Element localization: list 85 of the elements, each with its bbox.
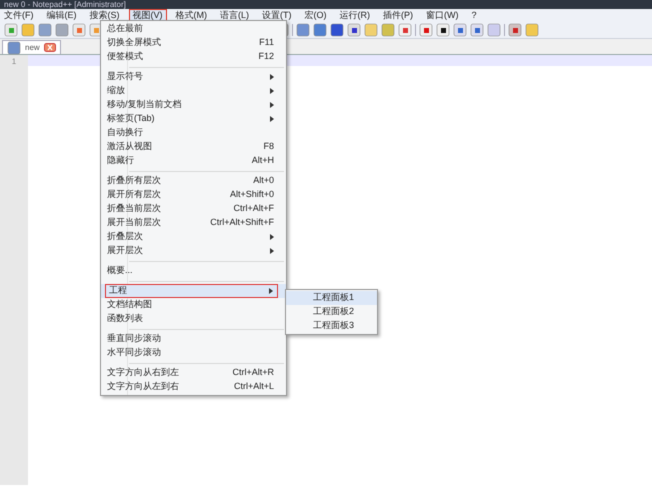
menu-option-label: 缩放 xyxy=(106,84,125,98)
menu-option-label: 文字方向从右到左 xyxy=(106,366,179,380)
menu-item[interactable]: 编辑(E) xyxy=(42,9,80,21)
shortcut-label: F8 xyxy=(263,140,274,154)
shortcut-label: Ctrl+Alt+L xyxy=(234,380,274,394)
menu-option[interactable]: 文字方向从左到右 Ctrl+Alt+L xyxy=(101,380,286,394)
menu-option[interactable]: 激活从视图 F8 xyxy=(101,140,286,154)
shortcut-label: Alt+H xyxy=(252,154,274,168)
menu-option-label: 便签模式 xyxy=(106,50,143,64)
shortcut-label: Ctrl+Alt+Shift+F xyxy=(210,216,274,230)
submenu-arrow-icon xyxy=(270,74,274,80)
menu-option-label: 垂直同步滚动 xyxy=(106,332,161,346)
menu-option-label: 折叠当前层次 xyxy=(106,202,161,216)
menu-option[interactable]: 概要... xyxy=(101,264,286,278)
menu-option-label: 总在最前 xyxy=(106,22,143,36)
line-number: 1 xyxy=(12,56,16,68)
menu-option-label: 显示符号 xyxy=(106,70,143,84)
submenu-arrow-icon xyxy=(270,234,274,240)
menu-item[interactable]: 语言(L) xyxy=(216,9,253,21)
menu-option[interactable]: 折叠所有层次 Alt+0 xyxy=(101,174,286,188)
menu-option-label: 折叠层次 xyxy=(106,230,143,244)
submenu-arrow-icon xyxy=(270,102,274,108)
menu-option[interactable]: 显示符号 xyxy=(101,70,286,84)
menu-option-label: 文字方向从左到右 xyxy=(106,380,179,394)
window-title: new 0 - Notepad++ [Administrator] xyxy=(4,0,126,9)
menu-option[interactable]: 折叠当前层次 Ctrl+Alt+F xyxy=(101,202,286,216)
menu-option-label: 激活从视图 xyxy=(106,140,152,154)
submenu-option[interactable]: 工程面板2 xyxy=(286,305,377,319)
shortcut-label: Alt+Shift+0 xyxy=(230,188,274,202)
menu-option[interactable]: 折叠层次 xyxy=(101,230,286,244)
document-tab[interactable]: new xyxy=(2,40,61,54)
menu-option[interactable]: 函数列表 xyxy=(101,312,286,326)
menu-option[interactable]: 工程 xyxy=(101,284,286,298)
menu-option[interactable]: 隐藏行 Alt+H xyxy=(101,154,286,168)
menu-option[interactable]: 文字方向从右到左 Ctrl+Alt+R xyxy=(101,366,286,380)
menu-item[interactable]: 运行(R) xyxy=(336,9,374,21)
menu-option-label: 折叠所有层次 xyxy=(106,174,161,188)
menu-option-label: 工程 xyxy=(108,284,127,298)
shortcut-label: F12 xyxy=(258,50,274,64)
shortcut-label: Ctrl+Alt+F xyxy=(233,202,274,216)
menu-option-label: 水平同步滚动 xyxy=(106,346,161,360)
menu-option-label: 展开所有层次 xyxy=(106,188,161,202)
menu-option[interactable]: 展开所有层次 Alt+Shift+0 xyxy=(101,188,286,202)
shortcut-label: F11 xyxy=(259,36,274,50)
submenu-arrow-icon xyxy=(269,288,273,294)
menu-option-label: 切换全屏模式 xyxy=(106,36,161,50)
menu-option-label: 概要... xyxy=(106,264,133,278)
close-icon[interactable] xyxy=(44,43,56,52)
menu-option[interactable]: 文档结构图 xyxy=(101,298,286,312)
menu-option[interactable]: 自动换行 xyxy=(101,126,286,140)
menu-item[interactable]: 插件(P) xyxy=(379,9,417,21)
menu-option[interactable]: 展开层次 xyxy=(101,244,286,258)
menu-option[interactable]: 水平同步滚动 xyxy=(101,346,286,360)
shortcut-label: Ctrl+Alt+R xyxy=(232,366,274,380)
menu-item[interactable]: 文件(F) xyxy=(0,9,38,21)
menu-option-label: 移动/复制当前文档 xyxy=(106,98,182,112)
menu-option[interactable]: 移动/复制当前文档 xyxy=(101,98,286,112)
menu-option-label: 标签页(Tab) xyxy=(106,112,155,126)
menu-option[interactable]: 缩放 xyxy=(101,84,286,98)
submenu-arrow-icon xyxy=(270,88,274,94)
menu-option[interactable]: 垂直同步滚动 xyxy=(101,332,286,346)
submenu-arrow-icon xyxy=(270,116,274,122)
menu-option-label: 隐藏行 xyxy=(106,154,134,168)
menu-option-label: 文档结构图 xyxy=(106,298,152,312)
menu-item[interactable]: ? xyxy=(468,9,481,21)
menu-option[interactable]: 总在最前 xyxy=(101,22,286,36)
menu-item[interactable]: 宏(O) xyxy=(300,9,330,21)
menu-option-label: 函数列表 xyxy=(106,312,143,326)
menu-option[interactable]: 标签页(Tab) xyxy=(101,112,286,126)
submenu-option[interactable]: 工程面板3 xyxy=(286,319,377,333)
menu-option-label: 展开层次 xyxy=(106,244,143,258)
shortcut-label: Alt+0 xyxy=(253,174,274,188)
menu-item[interactable]: 搜索(S) xyxy=(86,9,124,21)
menu-option[interactable]: 便签模式 F12 xyxy=(101,50,286,64)
submenu-option[interactable]: 工程面板1 xyxy=(286,291,377,305)
menu-option-label: 展开当前层次 xyxy=(106,216,161,230)
menu-option[interactable]: 展开当前层次 Ctrl+Alt+Shift+F xyxy=(101,216,286,230)
menu-item[interactable]: 窗口(W) xyxy=(422,9,462,21)
tab-label: new xyxy=(25,42,40,54)
menu-option-label: 自动换行 xyxy=(106,126,143,140)
menu-item[interactable]: 视图(V) xyxy=(128,9,166,21)
menu-item[interactable]: 格式(M) xyxy=(172,9,211,21)
menu-item[interactable]: 设置(T) xyxy=(258,9,296,21)
submenu-arrow-icon xyxy=(270,248,274,254)
menu-option[interactable]: 切换全屏模式 F11 xyxy=(101,36,286,50)
